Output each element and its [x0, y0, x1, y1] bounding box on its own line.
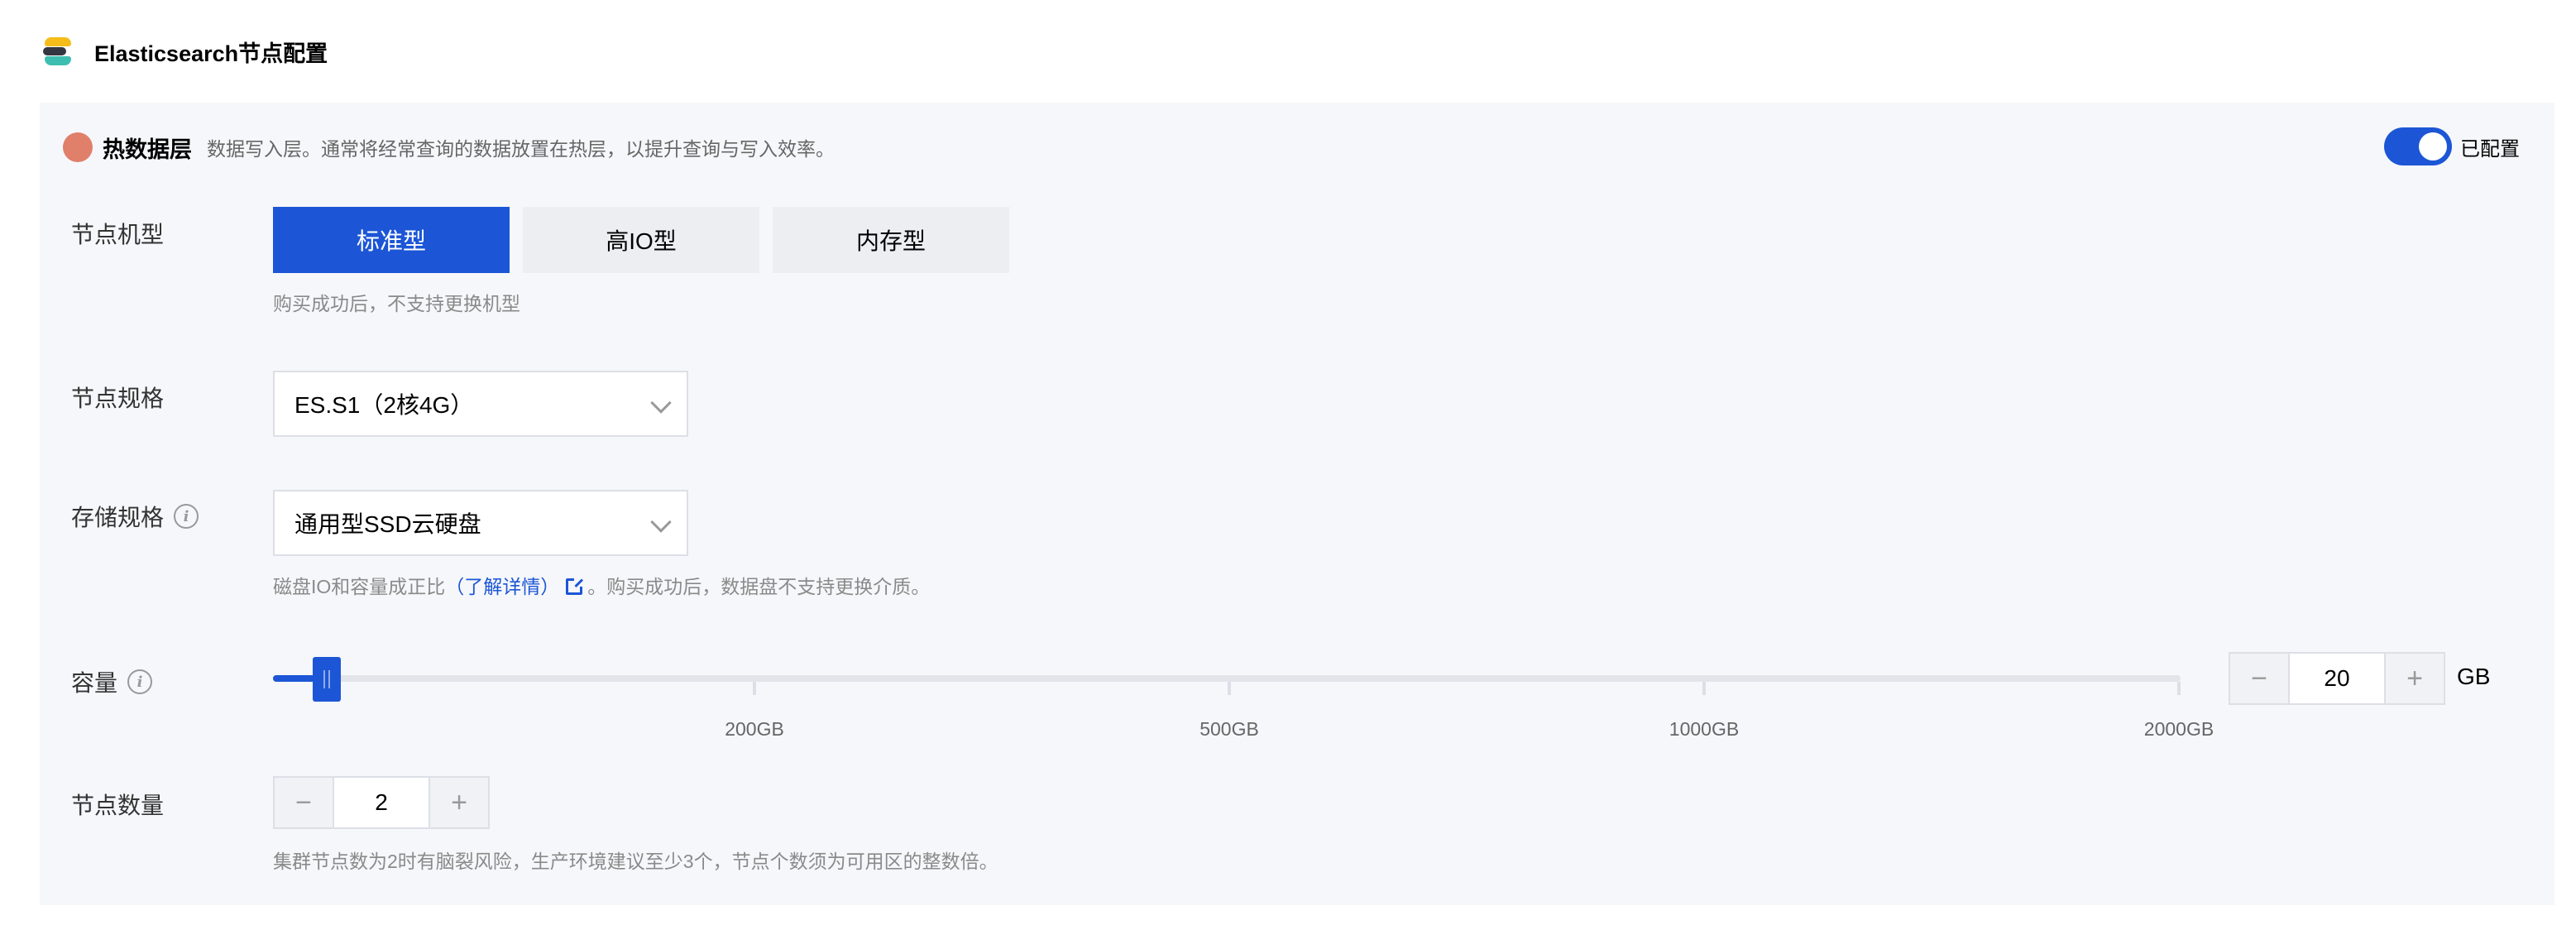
node-spec-select[interactable]: ES.S1（2核4G）	[273, 371, 688, 437]
node-spec-value: ES.S1（2核4G）	[294, 392, 474, 418]
storage-hint-prefix: 磁盘IO和容量成正比	[273, 576, 446, 597]
page-title: Elasticsearch节点配置	[94, 41, 328, 66]
node-type-label: 节点机型	[71, 222, 165, 247]
node-spec-label: 节点规格	[71, 386, 165, 411]
tier-toggle-group: 已配置	[2384, 127, 2520, 165]
node-type-option-standard[interactable]: 标准型	[273, 207, 510, 273]
tier-name: 热数据层	[103, 137, 192, 162]
page-header: Elasticsearch节点配置	[43, 33, 328, 70]
node-count-hint: 集群节点数为2时有脑裂风险，生产环境建议至少3个，节点个数须为可用区的整数倍。	[273, 851, 998, 872]
capacity-decrement-button[interactable]: −	[2230, 654, 2288, 703]
elasticsearch-logo-icon	[43, 36, 73, 66]
node-type-option-memory[interactable]: 内存型	[773, 207, 1009, 273]
node-count-label: 节点数量	[71, 793, 165, 818]
storage-value: 通用型SSD云硬盘	[294, 511, 481, 537]
learn-more-link[interactable]: （了解详情）	[445, 576, 559, 597]
slider-tick-label: 200GB	[725, 718, 784, 740]
node-count-input[interactable]: 2	[333, 778, 430, 827]
slider-tick-label: 2000GB	[2143, 718, 2214, 740]
capacity-unit: GB	[2457, 664, 2491, 689]
slider-tick-label: 1000GB	[1669, 718, 1740, 740]
node-count-decrement-button[interactable]: −	[275, 778, 333, 827]
storage-hint-suffix: 。购买成功后，数据盘不支持更换介质。	[587, 576, 931, 597]
external-link-icon[interactable]	[566, 577, 585, 595]
storage-label-group: 存储规格 i	[71, 500, 199, 533]
chevron-down-icon	[650, 511, 672, 533]
capacity-stepper: − 20 +	[2229, 652, 2445, 705]
node-count-stepper: − 2 +	[273, 776, 490, 829]
tier-enabled-toggle[interactable]	[2384, 127, 2452, 165]
tier-header: 热数据层 数据写入层。通常将经常查询的数据放置在热层，以提升查询与写入效率。	[63, 131, 835, 164]
chevron-down-icon	[650, 392, 672, 414]
capacity-slider-fill	[273, 675, 316, 682]
node-type-hint: 购买成功后，不支持更换机型	[273, 293, 520, 314]
capacity-label: 容量	[71, 670, 118, 696]
slider-tick	[1228, 682, 1231, 695]
capacity-label-group: 容量 i	[71, 665, 153, 698]
node-count-increment-button[interactable]: +	[430, 778, 488, 827]
capacity-increment-button[interactable]: +	[2386, 654, 2444, 703]
storage-hint: 磁盘IO和容量成正比（了解详情） 。购买成功后，数据盘不支持更换介质。	[273, 571, 930, 599]
info-icon[interactable]: i	[174, 504, 199, 529]
slider-tick-label: 500GB	[1199, 718, 1259, 740]
slider-tick	[753, 682, 756, 695]
capacity-slider-handle[interactable]	[313, 657, 341, 702]
hot-tier-panel: 热数据层 数据写入层。通常将经常查询的数据放置在热层，以提升查询与写入效率。 已…	[40, 103, 2554, 905]
tier-description: 数据写入层。通常将经常查询的数据放置在热层，以提升查询与写入效率。	[207, 138, 835, 160]
slider-tick	[1702, 682, 1706, 695]
info-icon[interactable]: i	[127, 669, 153, 694]
toggle-knob	[2419, 132, 2447, 161]
capacity-slider-track[interactable]	[273, 675, 2181, 682]
slider-tick	[2177, 682, 2181, 695]
tier-color-dot-icon	[63, 132, 93, 162]
toggle-label: 已配置	[2460, 137, 2520, 161]
node-type-option-high-io[interactable]: 高IO型	[523, 207, 759, 273]
storage-select[interactable]: 通用型SSD云硬盘	[273, 490, 688, 556]
storage-label: 存储规格	[71, 505, 165, 530]
capacity-input[interactable]: 20	[2288, 654, 2386, 703]
